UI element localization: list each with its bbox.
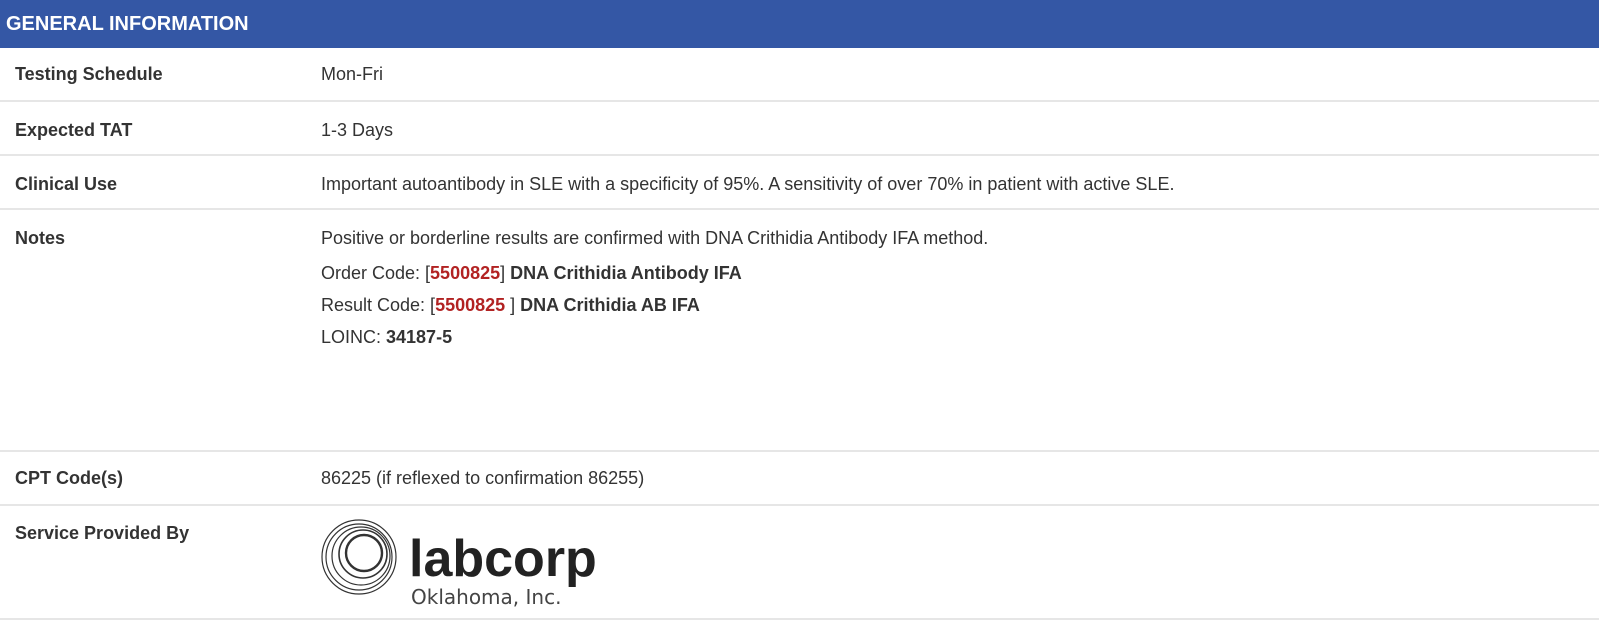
- testing-schedule-value: Mon-Fri: [321, 64, 383, 84]
- labcorp-logo-name: labcorp: [409, 530, 597, 588]
- row-cpt-codes: CPT Code(s) 86225 (if reflexed to confir…: [0, 452, 1599, 506]
- clinical-use-value: Important autoantibody in SLE with a spe…: [321, 174, 1175, 194]
- row-service-provider: Service Provided By labcorp Oklahoma, In…: [0, 506, 1599, 620]
- loinc-code: 34187-5: [386, 327, 453, 347]
- result-code-suffix: ]: [505, 295, 521, 315]
- expected-tat-value: 1-3 Days: [321, 120, 394, 140]
- loinc-prefix: LOINC:: [321, 327, 387, 347]
- order-test-name: DNA Crithidia Antibody IFA: [510, 263, 742, 283]
- section-header: GENERAL INFORMATION: [0, 0, 1599, 48]
- row-clinical-use: Clinical Use Important autoantibody in S…: [0, 156, 1599, 210]
- result-code-line: Result Code: [5500825 ] DNA Crithidia AB…: [321, 289, 1599, 321]
- row-testing-schedule: Testing Schedule Mon-Fri: [0, 48, 1599, 102]
- row-notes: Notes Positive or borderline results are…: [0, 210, 1599, 452]
- expected-tat-label: Expected TAT: [15, 120, 133, 140]
- service-provider-label: Service Provided By: [15, 523, 190, 543]
- labcorp-logo-graphic: labcorp Oklahoma, Inc.: [321, 519, 597, 609]
- notes-line: Positive or borderline results are confi…: [321, 228, 989, 248]
- cpt-codes-value: 86225 (if reflexed to confirmation 86255…: [321, 468, 645, 488]
- row-expected-tat: Expected TAT 1-3 Days: [0, 102, 1599, 156]
- section-title: GENERAL INFORMATION: [6, 13, 249, 35]
- order-code-suffix: ]: [500, 263, 511, 283]
- testing-schedule-label: Testing Schedule: [15, 64, 163, 84]
- labcorp-logo: labcorp Oklahoma, Inc.: [321, 514, 621, 614]
- labcorp-ring-icon: [321, 519, 397, 595]
- order-code-prefix: Order Code: [: [321, 263, 431, 283]
- notes-label: Notes: [15, 228, 66, 248]
- order-code-link[interactable]: 5500825: [430, 263, 500, 283]
- loinc-line: LOINC: 34187-5: [321, 321, 1599, 353]
- notes-value: Positive or borderline results are confi…: [321, 227, 1599, 450]
- order-code-line: Order Code: [5500825] DNA Crithidia Anti…: [321, 257, 1599, 289]
- result-code-prefix: Result Code: [: [321, 295, 436, 315]
- clinical-use-label: Clinical Use: [15, 174, 118, 194]
- result-code-link[interactable]: 5500825: [435, 295, 505, 315]
- result-test-name: DNA Crithidia AB IFA: [520, 295, 700, 315]
- cpt-codes-label: CPT Code(s): [15, 468, 123, 488]
- labcorp-logo-subtitle: Oklahoma, Inc.: [411, 585, 561, 609]
- service-provider-value: labcorp Oklahoma, Inc.: [321, 519, 1599, 618]
